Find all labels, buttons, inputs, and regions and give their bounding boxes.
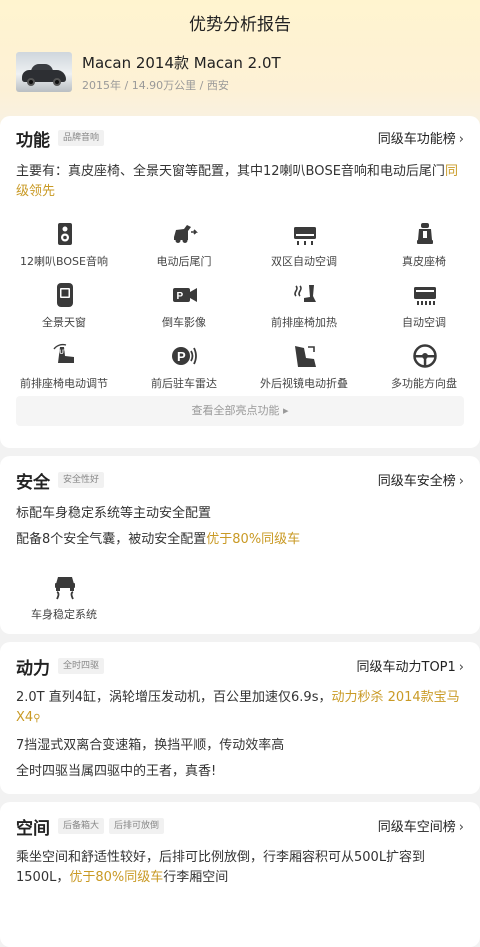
power-seat-icon: AUTO [52, 343, 78, 369]
feature-item[interactable]: 真皮座椅 [364, 221, 480, 277]
see-all-features-button[interactable]: 查看全部亮点功能 ▸ [16, 396, 464, 426]
mirror-fold-icon [292, 343, 318, 369]
feature-item[interactable]: 车身稳定系统 [4, 574, 124, 630]
safety-text: 配备8个安全气囊，被动安全配置 [16, 532, 207, 547]
power-tailgate-icon [172, 221, 198, 247]
safety-tag: 安全性好 [58, 472, 105, 488]
power-line-2: 7挡湿式双离合变速箱，换挡平顺，传动效率高 [16, 738, 285, 753]
power-line-3: 全时四驱当属四驱中的王者，真香! [16, 764, 217, 779]
feature-label: 多功能方向盘 [391, 377, 457, 390]
feature-item[interactable]: 双区自动空调 [244, 221, 364, 277]
feature-item[interactable]: 电动后尾门 [124, 221, 244, 277]
space-rank-link[interactable]: 同级车空间榜 › [378, 816, 464, 835]
dual-zone-ac-icon [292, 221, 318, 247]
space-tag: 后排可放倒 [109, 818, 165, 834]
feature-label: 双区自动空调 [271, 255, 337, 268]
function-section: 功能 品牌音响 同级车功能榜 › 主要有：真皮座椅、全景天窗等配置，其中12喇叭B… [0, 116, 480, 448]
safety-section: 安全 安全性好 同级车安全榜 › 标配车身稳定系统等主动安全配置 配备8个安全气囊… [0, 456, 480, 634]
search-icon: ⚲ [33, 713, 41, 724]
power-rank-link[interactable]: 同级车动力TOP1 › [357, 656, 465, 675]
parking-radar-icon: P [172, 343, 198, 369]
rank-link-label: 同级车安全榜 [377, 474, 456, 489]
feature-label: 前排座椅加热 [271, 316, 337, 329]
feature-item[interactable]: 12喇叭BOSE音响 [4, 221, 124, 277]
space-tag: 后备箱大 [58, 818, 105, 834]
safety-rank-link[interactable]: 同级车安全榜 › [378, 470, 464, 489]
auto-ac-icon [412, 282, 438, 308]
car-summary[interactable]: Macan 2014款 Macan 2.0T 2015年 / 14.90万公里 … [16, 50, 466, 100]
stability-control-icon [52, 574, 78, 600]
power-tag: 全时四驱 [58, 658, 105, 674]
svg-text:P: P [177, 291, 184, 302]
feature-item[interactable]: 外后视镜电动折叠 [244, 343, 364, 399]
feature-label: 外后视镜电动折叠 [260, 377, 348, 390]
feature-label: 车身稳定系统 [31, 608, 97, 621]
section-title: 空间 [16, 819, 50, 839]
car-meta: 2015年 / 14.90万公里 / 西安 [82, 79, 229, 92]
car-name: Macan 2014款 Macan 2.0T [82, 54, 281, 72]
reverse-camera-icon: P [172, 282, 198, 308]
summary-text: 主要有：真皮座椅、全景天窗等配置，其中12喇叭BOSE音响和电动后尾门 [16, 164, 445, 179]
speaker-icon [52, 221, 78, 247]
svg-text:AUTO: AUTO [55, 350, 72, 356]
power-text: 2.0T 直列4缸，涡轮增压发动机，百公里加速仅6.9s， [16, 690, 332, 705]
space-text-end: 行李厢空间 [163, 870, 229, 885]
seat-heating-icon [292, 282, 318, 308]
feature-item[interactable]: 前排座椅加热 [244, 282, 364, 338]
safety-line-2: 配备8个安全气囊，被动安全配置优于80%同级车 [16, 530, 464, 550]
power-section: 动力 全时四驱 同级车动力TOP1 › 2.0T 直列4缸，涡轮增压发动机，百公里… [0, 642, 480, 794]
space-section: 空间 后备箱大 后排可放倒 同级车空间榜 › 乘坐空间和舒适性较好，后排可比例放倒… [0, 802, 480, 947]
feature-label: 前后驻车雷达 [151, 377, 217, 390]
safety-line-1: 标配车身稳定系统等主动安全配置 [16, 506, 212, 521]
feature-label: 真皮座椅 [402, 255, 446, 268]
function-summary: 主要有：真皮座椅、全景天窗等配置，其中12喇叭BOSE音响和电动后尾门同级领先 [16, 162, 464, 202]
feature-item[interactable]: 全景天窗 [4, 282, 124, 338]
feature-label: 全景天窗 [42, 316, 86, 329]
leather-seat-icon [412, 221, 438, 247]
feature-item[interactable]: AUTO 前排座椅电动调节 [4, 343, 124, 399]
section-title: 动力 [16, 659, 50, 679]
feature-label: 倒车影像 [162, 316, 206, 329]
rank-link-label: 同级车空间榜 [377, 820, 456, 835]
page-title: 优势分析报告 [189, 15, 291, 35]
safety-highlight: 优于80%同级车 [206, 532, 301, 547]
chevron-right-icon: › [458, 132, 464, 147]
rank-link-label: 同级车功能榜 [377, 132, 456, 147]
feature-label: 自动空调 [402, 316, 446, 329]
space-description: 乘坐空间和舒适性较好，后排可比例放倒，行李厢容积可从500L扩容到1500L，优… [16, 848, 464, 888]
function-rank-link[interactable]: 同级车功能榜 › [378, 128, 464, 147]
chevron-right-icon: › [458, 660, 464, 675]
feature-item[interactable]: 多功能方向盘 [364, 343, 480, 399]
function-tag: 品牌音响 [58, 130, 105, 146]
feature-item[interactable]: P 前后驻车雷达 [124, 343, 244, 399]
section-title: 功能 [16, 131, 50, 151]
chevron-right-icon: › [458, 820, 464, 835]
rank-link-label: 同级车动力TOP1 [356, 660, 456, 675]
car-thumbnail [16, 52, 72, 92]
feature-label: 前排座椅电动调节 [20, 377, 108, 390]
feature-label: 电动后尾门 [156, 255, 212, 268]
space-highlight: 优于80%同级车 [69, 870, 164, 885]
svg-text:P: P [177, 349, 186, 364]
power-line-1: 2.0T 直列4缸，涡轮增压发动机，百公里加速仅6.9s，动力秒杀 2014款宝… [16, 688, 464, 729]
feature-item[interactable]: 自动空调 [364, 282, 480, 338]
steering-wheel-icon [412, 343, 438, 369]
feature-label: 12喇叭BOSE音响 [20, 255, 108, 268]
section-title: 安全 [16, 473, 50, 493]
chevron-right-icon: › [458, 474, 464, 489]
feature-item[interactable]: P 倒车影像 [124, 282, 244, 338]
panoramic-sunroof-icon [52, 282, 78, 308]
